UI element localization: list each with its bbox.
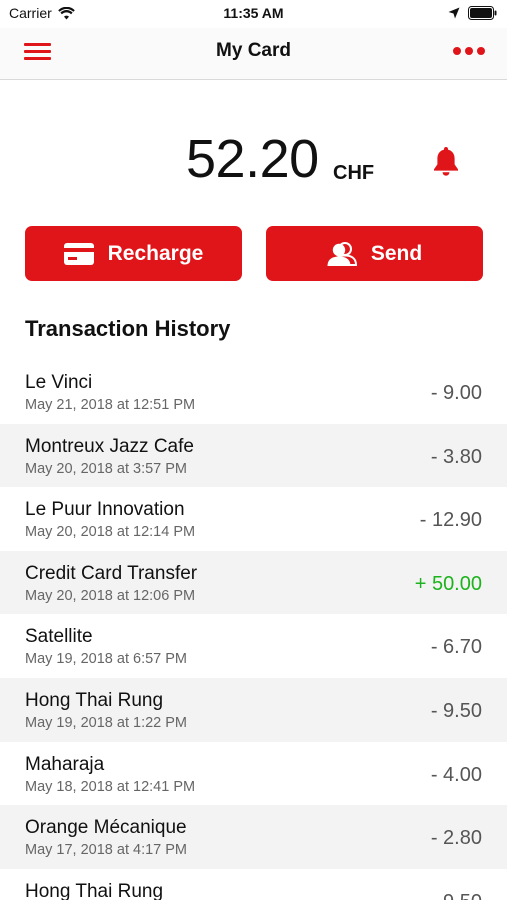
transaction-row[interactable]: Montreux Jazz Cafe May 20, 2018 at 3:57 … bbox=[0, 423, 507, 488]
recharge-button[interactable]: Recharge bbox=[25, 226, 242, 281]
transaction-name: Maharaja bbox=[25, 753, 105, 775]
transaction-amount: + 50.00 bbox=[414, 572, 482, 595]
transaction-name: Satellite bbox=[25, 626, 93, 648]
credit-card-icon bbox=[63, 242, 94, 265]
transaction-row[interactable]: Satellite May 19, 2018 at 6:57 PM - 6.70 bbox=[0, 614, 507, 678]
transaction-date: May 19, 2018 at 6:57 PM bbox=[25, 651, 188, 668]
transaction-name: Orange Mécanique bbox=[25, 817, 187, 839]
balance-currency: CHF bbox=[333, 162, 375, 184]
transaction-date: May 20, 2018 at 12:14 PM bbox=[25, 524, 196, 541]
transaction-name: Le Vinci bbox=[25, 372, 93, 393]
transaction-date: May 17, 2018 at 4:17 PM bbox=[25, 842, 188, 859]
navigation-bar: My Card bbox=[0, 28, 507, 80]
page-title: My Card bbox=[216, 40, 291, 61]
transaction-amount: - 12.90 bbox=[419, 509, 482, 532]
recharge-label: Recharge bbox=[107, 241, 204, 265]
location-arrow-icon bbox=[448, 7, 460, 19]
transaction-row[interactable]: Le Puur Innovation May 20, 2018 at 12:14… bbox=[0, 487, 507, 551]
status-bar: Carrier 11:35 AM bbox=[0, 0, 507, 28]
battery-icon bbox=[468, 6, 497, 20]
transaction-date: May 21, 2018 at 12:51 PM bbox=[25, 397, 196, 413]
transaction-amount: - 9.50 bbox=[431, 891, 482, 900]
transaction-name: Hong Thai Rung bbox=[25, 880, 164, 900]
send-label: Send bbox=[370, 241, 423, 265]
balance-amount: 52.20 bbox=[186, 129, 319, 189]
transaction-row[interactable]: Credit Card Transfer May 20, 2018 at 12:… bbox=[0, 550, 507, 615]
transaction-amount: - 2.80 bbox=[430, 827, 482, 850]
transaction-amount: - 9.00 bbox=[430, 382, 482, 404]
status-right bbox=[440, 6, 498, 20]
transaction-list: Le Vinci May 21, 2018 at 12:51 PM - 9.00… bbox=[0, 360, 507, 900]
users-icon bbox=[327, 241, 357, 266]
transaction-row[interactable]: Hong Thai Rung May 19, 2018 at 1:22 PM -… bbox=[0, 677, 507, 742]
transaction-date: May 20, 2018 at 12:06 PM bbox=[25, 587, 196, 604]
transaction-row[interactable]: Orange Mécanique May 17, 2018 at 4:17 PM… bbox=[0, 805, 507, 869]
transaction-row[interactable]: Hong Thai Rung - 9.50 bbox=[0, 869, 507, 900]
transaction-date: May 20, 2018 at 3:57 PM bbox=[25, 460, 188, 477]
transaction-name: Credit Card Transfer bbox=[25, 562, 198, 584]
clock: 11:35 AM bbox=[223, 5, 284, 21]
transaction-date: May 18, 2018 at 12:41 PM bbox=[25, 778, 196, 795]
transaction-amount: - 4.00 bbox=[430, 763, 482, 786]
transaction-row[interactable]: Le Vinci May 21, 2018 at 12:51 PM - 9.00 bbox=[0, 360, 507, 424]
transaction-amount: - 3.80 bbox=[430, 445, 482, 468]
transaction-row[interactable]: Maharaja May 18, 2018 at 12:41 PM - 4.00 bbox=[0, 742, 507, 806]
transaction-name: Le Puur Innovation bbox=[25, 499, 185, 521]
transaction-amount: - 9.50 bbox=[430, 699, 482, 722]
transaction-history-heading: Transaction History bbox=[25, 316, 231, 341]
transaction-amount: - 6.70 bbox=[430, 636, 482, 659]
transaction-date: May 19, 2018 at 1:22 PM bbox=[25, 714, 188, 731]
transaction-name: Montreux Jazz Cafe bbox=[25, 435, 194, 457]
balance-section: 52.20 CHF bbox=[0, 128, 507, 198]
more-dots-icon[interactable] bbox=[453, 47, 485, 57]
transaction-name: Hong Thai Rung bbox=[25, 689, 164, 711]
send-button[interactable]: Send bbox=[266, 226, 483, 281]
bell-icon[interactable] bbox=[432, 145, 460, 177]
